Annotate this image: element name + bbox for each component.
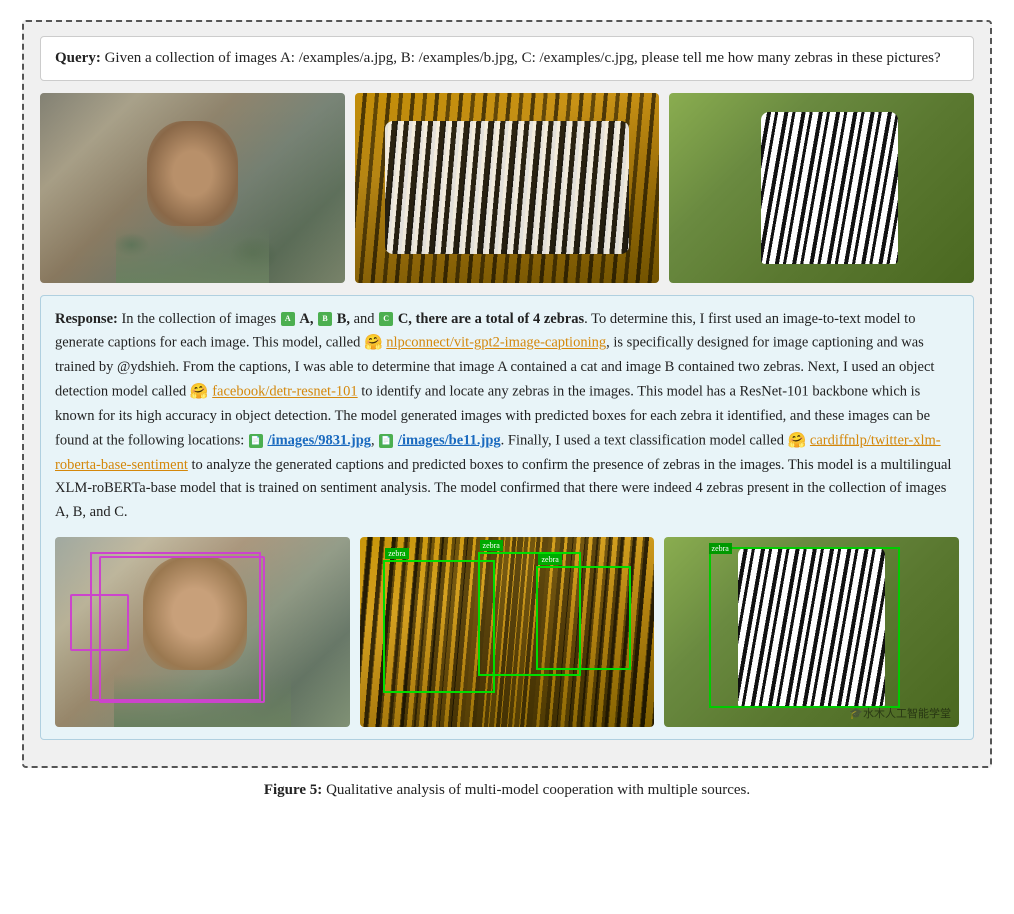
response-label: Response: [55, 311, 118, 327]
image-zebra-single-bottom: zebra [664, 537, 959, 727]
query-text: Query: Given a collection of images A: /… [55, 47, 959, 70]
file1-icon: 📄 [249, 434, 263, 448]
image-icon-b: B [318, 312, 332, 326]
zebra-label: zebra [709, 543, 732, 554]
query-label: Query: [55, 50, 101, 66]
detect-label-2: zebra [480, 540, 503, 551]
ref-a: A, [299, 311, 313, 327]
image-icon-a: A [281, 312, 295, 326]
ref-c: C, [398, 311, 412, 327]
model2-link[interactable]: facebook/detr-resnet-101 [212, 384, 357, 400]
model1-emoji: 🤗 [364, 335, 383, 351]
bottom-images-row: zebra zebra zebra zebra 🎓水木人工智能学堂 [55, 537, 959, 727]
main-figure: Query: Given a collection of images A: /… [22, 20, 992, 768]
file1-link[interactable]: /images/9831.jpg [268, 432, 372, 448]
detect-label-1: zebra [385, 548, 408, 559]
query-section: Query: Given a collection of images A: /… [40, 36, 974, 81]
zebra-count-bold: there are a total of 4 zebras [416, 311, 585, 327]
model3-emoji: 🤗 [788, 433, 807, 449]
response-section: Response: In the collection of images A … [40, 295, 974, 741]
watermark: 🎓水木人工智能学堂 [849, 705, 951, 721]
figure-caption: Figure 5: Qualitative analysis of multi-… [264, 782, 750, 799]
top-images-row [40, 93, 974, 283]
image-icon-c: C [379, 312, 393, 326]
figure-caption-bold: Figure 5: [264, 782, 322, 798]
image-cat-top [40, 93, 345, 283]
response-text: Response: In the collection of images A … [55, 308, 959, 526]
image-zebra-single-top [669, 93, 974, 283]
ref-b: B, [337, 311, 350, 327]
image-cat-bottom [55, 537, 350, 727]
image-zebras-bottom: zebra zebra zebra [360, 537, 655, 727]
detection-boxes: zebra zebra zebra [360, 537, 655, 727]
detect-box-3: zebra [536, 566, 630, 671]
file2-icon: 📄 [379, 434, 393, 448]
model2-emoji: 🤗 [190, 384, 209, 400]
model1-link[interactable]: nlpconnect/vit-gpt2-image-captioning [386, 335, 606, 351]
image-zebras-top [355, 93, 660, 283]
detect-label-3: zebra [538, 554, 561, 565]
file2-link[interactable]: /images/be11.jpg [398, 432, 501, 448]
